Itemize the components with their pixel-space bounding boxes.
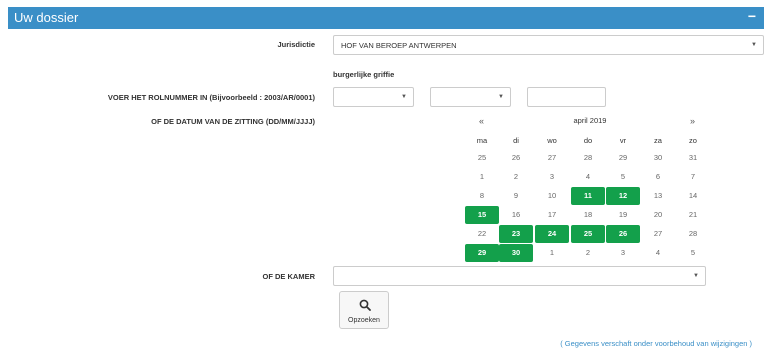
jurisdictie-label: Jurisdictie (277, 40, 315, 49)
calendar-day: 6 (655, 172, 661, 181)
calendar-day: 30 (653, 153, 663, 162)
kamer-label: OF DE KAMER (262, 272, 316, 281)
calendar-day: 25 (477, 153, 487, 162)
page-title: Uw dossier (14, 10, 79, 25)
search-button-label: Opzoeken (348, 317, 380, 324)
search-button[interactable]: Opzoeken (339, 291, 389, 329)
calendar-weekday: wo (547, 136, 557, 145)
calendar-weekday: ma (476, 136, 488, 145)
calendar-day: 20 (653, 210, 663, 219)
calendar-day: 28 (688, 229, 698, 238)
calendar-day: 18 (583, 210, 593, 219)
jurisdictie-value: HOF VAN BEROEP ANTWERPEN (341, 41, 457, 50)
calendar-day-session[interactable]: 12 (606, 187, 640, 205)
disclaimer-text: ( Gegevens verschaft onder voorbehoud va… (560, 339, 752, 348)
calendar-day: 19 (618, 210, 628, 219)
chevron-down-icon: ▼ (401, 94, 407, 100)
calendar-weekday: di (513, 136, 519, 145)
datum-label: OF DE DATUM VAN DE ZITTING (DD/MM/JJJJ) (151, 117, 315, 126)
rolnummer-number-input[interactable] (527, 87, 606, 107)
calendar-day-session[interactable]: 29 (465, 244, 499, 262)
calendar-day: 1 (479, 172, 485, 181)
calendar-day: 21 (688, 210, 698, 219)
calendar-month[interactable]: april 2019 (540, 116, 640, 125)
search-icon (359, 299, 371, 311)
calendar-day: 5 (690, 248, 696, 257)
chevron-down-icon: ▼ (498, 94, 504, 100)
calendar-prev[interactable]: « (479, 116, 484, 126)
calendar-day: 16 (511, 210, 521, 219)
calendar-day: 2 (585, 248, 591, 257)
calendar-day: 4 (655, 248, 661, 257)
rolnummer-label: VOER HET ROLNUMMER IN (Bijvoorbeeld : 20… (107, 93, 315, 102)
calendar-day: 7 (690, 172, 696, 181)
calendar-day: 17 (547, 210, 557, 219)
griffie-label: burgerlijke griffie (333, 70, 395, 79)
calendar-day: 26 (511, 153, 521, 162)
calendar-day: 10 (547, 191, 557, 200)
calendar-day: 29 (618, 153, 628, 162)
chevron-down-icon: ▼ (693, 273, 699, 279)
calendar-weekday: za (654, 136, 662, 145)
collapse-toggle[interactable]: − (748, 8, 756, 24)
jurisdictie-select[interactable]: HOF VAN BEROEP ANTWERPEN ▼ (333, 35, 764, 55)
calendar-day: 3 (549, 172, 555, 181)
calendar-day: 27 (547, 153, 557, 162)
calendar-weekday: vr (619, 136, 627, 145)
rolnummer-year-select[interactable]: ▼ (333, 87, 414, 107)
calendar-day: 22 (477, 229, 487, 238)
calendar-day: 27 (653, 229, 663, 238)
calendar-day: 2 (513, 172, 519, 181)
calendar-day: 5 (620, 172, 626, 181)
calendar-day-session[interactable]: 23 (499, 225, 533, 243)
calendar-day: 14 (688, 191, 698, 200)
calendar-day: 8 (479, 191, 485, 200)
calendar-day: 9 (513, 191, 519, 200)
calendar-day-session[interactable]: 26 (606, 225, 640, 243)
calendar-day: 31 (688, 153, 698, 162)
calendar-day-session[interactable]: 24 (535, 225, 569, 243)
calendar-weekday: do (583, 136, 593, 145)
calendar-next[interactable]: » (690, 116, 695, 126)
calendar-day-session[interactable]: 15 (465, 206, 499, 224)
rolnummer-type-select[interactable]: ▼ (430, 87, 511, 107)
chevron-down-icon: ▼ (751, 42, 757, 48)
calendar-day: 3 (620, 248, 626, 257)
calendar-day-session[interactable]: 11 (571, 187, 605, 205)
calendar-day: 28 (583, 153, 593, 162)
calendar-day: 4 (585, 172, 591, 181)
calendar-day-session[interactable]: 25 (571, 225, 605, 243)
calendar-weekday: zo (689, 136, 697, 145)
calendar-day: 13 (653, 191, 663, 200)
dossier-header: Uw dossier − (8, 7, 764, 29)
kamer-select[interactable]: ▼ (333, 266, 706, 286)
calendar-day: 1 (549, 248, 555, 257)
calendar-day-session[interactable]: 30 (499, 244, 533, 262)
